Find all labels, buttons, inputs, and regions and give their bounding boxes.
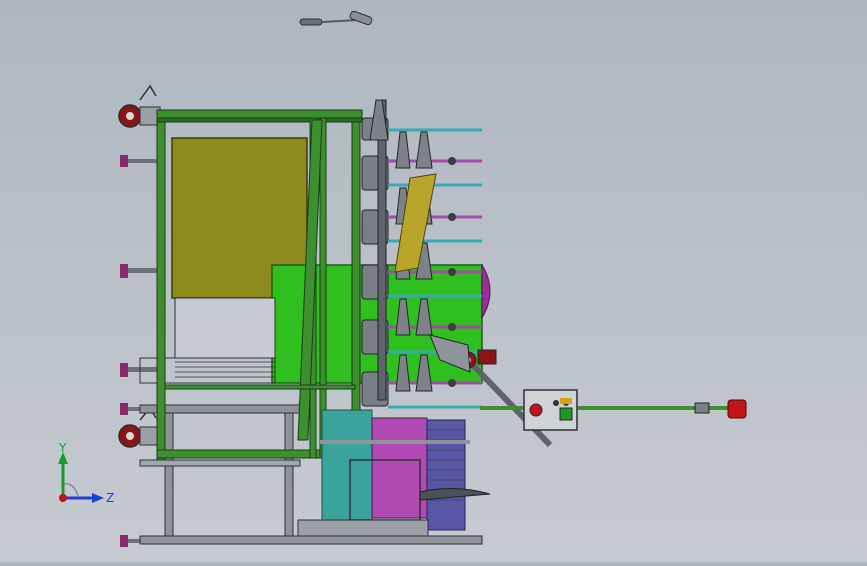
control-box (523, 389, 578, 431)
leveling-feet (120, 155, 158, 547)
cad-viewport[interactable]: Y Z (0, 0, 867, 562)
coordinate-triad: Y Z (50, 440, 120, 510)
machine-assembly-drawing (118, 10, 747, 547)
z-axis-head (92, 493, 104, 503)
z-axis-label: Z (106, 491, 114, 505)
loose-part-top (299, 10, 373, 26)
triad-origin (59, 494, 67, 502)
caster-wheel-top (118, 84, 161, 128)
y-axis-label: Y (58, 441, 67, 455)
lower-mechanism (297, 409, 491, 537)
